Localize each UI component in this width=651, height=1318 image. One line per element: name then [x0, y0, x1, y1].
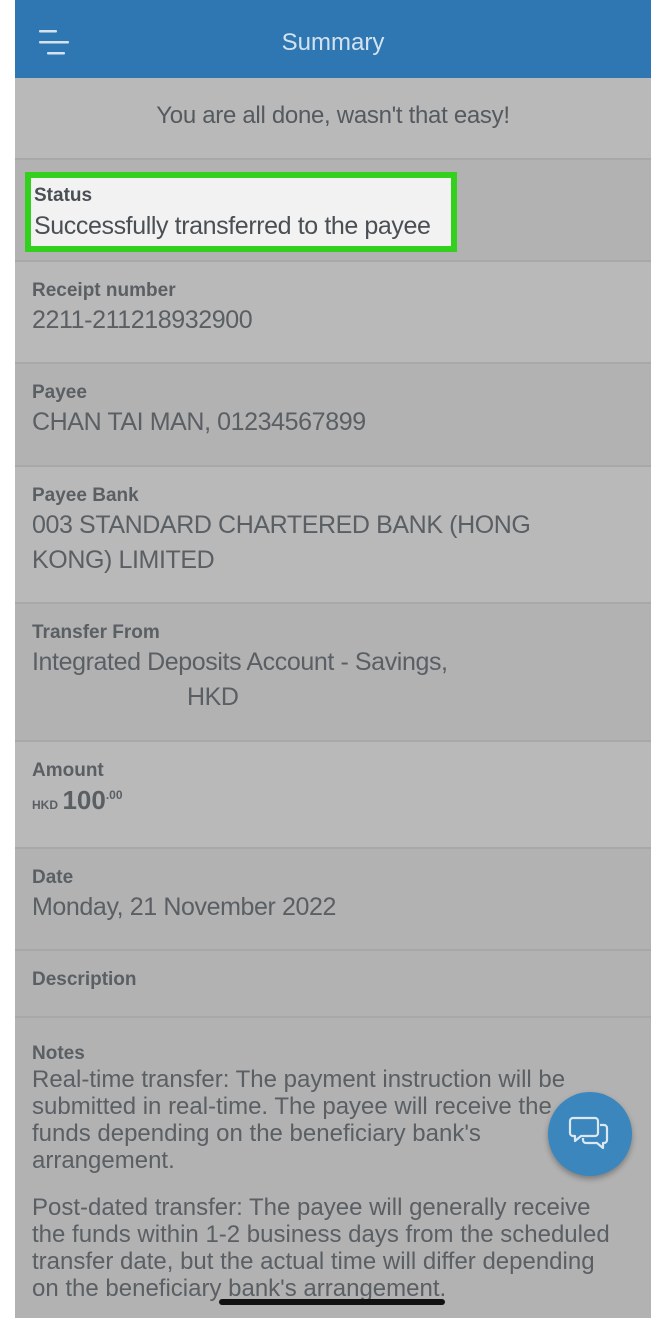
payee-row: Payee CHAN TAI MAN, 01234567899	[15, 362, 651, 465]
chat-bubbles-icon	[568, 1116, 609, 1150]
notes-text: Real-time transfer: The payment instruct…	[32, 1066, 614, 1302]
status-value: Successfully transferred to the payee	[34, 212, 431, 240]
chat-button[interactable]	[548, 1092, 632, 1176]
transfer-from-value-line2: HKD	[187, 683, 239, 711]
transfer-from-label: Transfer From	[32, 622, 160, 643]
app-screen: Summary You are all done, wasn't that ea…	[15, 0, 651, 1318]
date-value: Monday, 21 November 2022	[32, 893, 337, 921]
amount-integer: 100	[62, 785, 106, 815]
amount-label: Amount	[32, 760, 104, 781]
transfer-from-value-line1: Integrated Deposits Account - Savings,	[32, 648, 448, 676]
receipt-label: Receipt number	[32, 280, 176, 301]
page-title: Summary	[281, 29, 385, 56]
header-bar: Summary	[15, 0, 651, 78]
date-label: Date	[32, 867, 74, 888]
payee-label: Payee	[32, 382, 87, 403]
description-label: Description	[32, 969, 137, 990]
payee-value: CHAN TAI MAN, 01234567899	[32, 408, 366, 436]
completion-message: You are all done, wasn't that easy!	[156, 102, 510, 129]
notes-paragraph-realtime: Real-time transfer: The payment instruct…	[32, 1066, 566, 1174]
description-row: Description	[15, 949, 651, 1016]
amount-value: HKD 100.00	[32, 785, 634, 816]
notes-paragraph-postdated: Post-dated transfer: The payee will gene…	[32, 1194, 610, 1302]
notes-row: Notes Real-time transfer: The payment in…	[15, 1016, 651, 1318]
receipt-value: 2211-211218932900	[32, 306, 253, 334]
payee-bank-label: Payee Bank	[32, 485, 139, 506]
home-indicator	[219, 1299, 445, 1305]
receipt-row: Receipt number 2211-211218932900	[15, 260, 651, 362]
status-label: Status	[34, 185, 93, 206]
payee-bank-value-line1: 003 STANDARD CHARTERED BANK (HONG	[32, 511, 531, 539]
transfer-from-row: Transfer From Integrated Deposits Accoun…	[15, 602, 651, 740]
amount-decimal: .00	[105, 788, 123, 802]
date-row: Date Monday, 21 November 2022	[15, 847, 651, 949]
amount-row: Amount HKD 100.00	[15, 740, 651, 847]
payee-bank-row: Payee Bank 003 STANDARD CHARTERED BANK (…	[15, 465, 651, 602]
notes-label: Notes	[32, 1043, 85, 1064]
payee-bank-value-line2: KONG) LIMITED	[32, 546, 215, 574]
status-highlight-box: Status Successfully transferred to the p…	[25, 172, 457, 252]
amount-currency: HKD	[32, 798, 58, 812]
